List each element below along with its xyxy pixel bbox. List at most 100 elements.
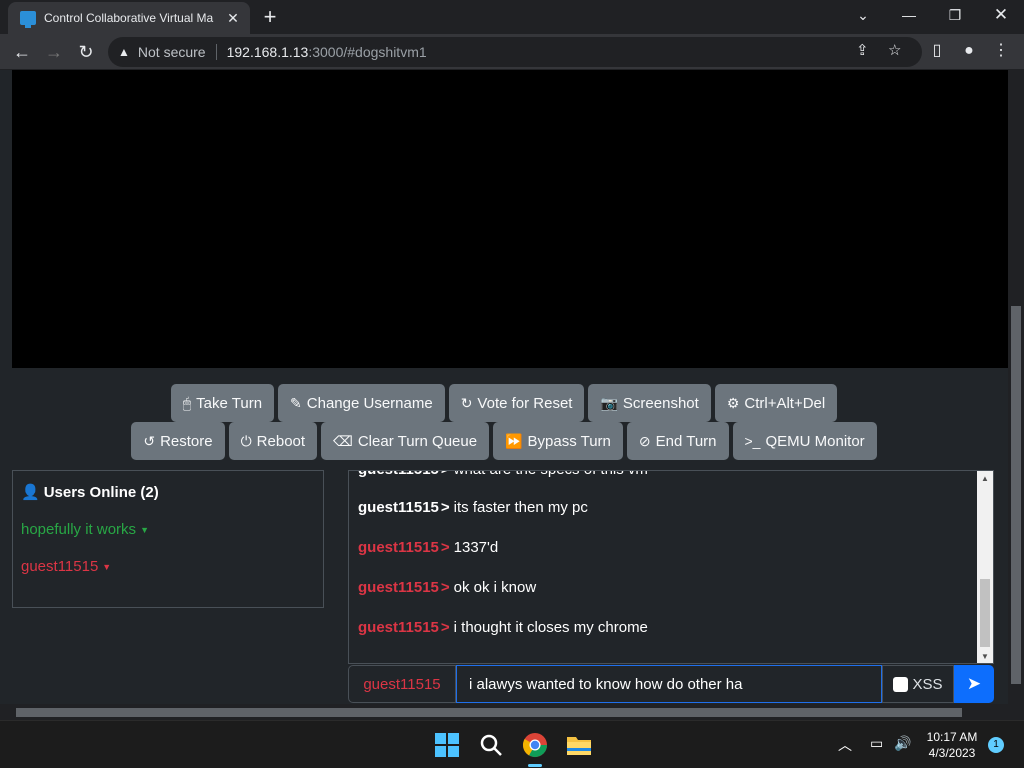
xss-toggle[interactable]: XSS [882, 665, 954, 703]
tray-chevron-up-icon[interactable]: ︿ [838, 735, 852, 755]
qemu-monitor-button[interactable]: >_ QEMU Monitor [732, 422, 877, 460]
new-tab-button[interactable]: + [258, 4, 282, 30]
reload-icon[interactable]: ↻ [72, 38, 100, 66]
button-label: Reboot [256, 432, 306, 450]
terminal-icon: >_ [744, 433, 761, 449]
restore-window-button[interactable]: ❐ [932, 0, 978, 32]
reboot-button[interactable]: ⏻ Reboot [228, 422, 318, 460]
back-arrow-icon[interactable]: ← [8, 38, 36, 66]
undo-icon: ↺ [143, 432, 156, 449]
chat-message-text: 1337'd [453, 539, 499, 556]
chat-input-bar: guest11515 XSS ➤ [348, 665, 994, 703]
chat-separator: > [440, 579, 450, 596]
minimize-button[interactable]: — [886, 0, 932, 32]
chat-separator: > [441, 471, 450, 478]
button-label: End Turn [655, 432, 717, 450]
browser-tab[interactable]: Control Collaborative Virtual Ma ✕ [8, 2, 250, 34]
network-icon[interactable]: ▭ [870, 735, 883, 752]
windows-start-icon[interactable] [433, 731, 461, 759]
button-label: Bypass Turn [527, 432, 611, 450]
users-online-panel: 👤 Users Online (2) hopefully it works ▼ gu… [12, 470, 324, 608]
end-turn-button[interactable]: ⊘ End Turn [626, 422, 729, 460]
chat-message-user[interactable]: guest11515 [358, 471, 439, 478]
caret-down-icon: ▼ [102, 562, 112, 573]
user-name: hopefully it works [21, 521, 137, 538]
chat-log[interactable]: guest11515>what are the specs of this vm… [348, 470, 994, 664]
share-icon[interactable]: ⇪ [856, 41, 869, 61]
button-label: Change Username [306, 394, 433, 412]
button-label: Screenshot [622, 394, 699, 412]
page-scroll-thumb[interactable] [1011, 306, 1021, 684]
xss-checkbox[interactable] [893, 676, 909, 692]
chat-message-input[interactable] [456, 665, 882, 703]
caret-down-icon: ▼ [140, 525, 149, 536]
vm-controls-row-1: 🖱 Take Turn ✎ Change Username ↻ Vote for Rese… [0, 384, 1008, 422]
send-button[interactable]: ➤ [954, 665, 994, 703]
page-vertical-scrollbar[interactable] [1008, 70, 1024, 704]
restore-button[interactable]: ↺ Restore [131, 422, 225, 460]
active-app-indicator [528, 764, 542, 767]
taskbar-clock[interactable]: 10:17 AM 4/3/2023 [920, 729, 984, 761]
page-hscroll-thumb[interactable] [16, 708, 962, 717]
menu-kebab-icon[interactable]: ⋮ [990, 40, 1012, 62]
scroll-up-icon[interactable]: ▲ [977, 471, 993, 487]
security-status[interactable]: Not secure [138, 44, 206, 60]
user-entry-2[interactable]: guest11515 ▼ [21, 558, 315, 575]
vm-display[interactable] [12, 70, 1008, 368]
chat-message-text: ok ok i know [453, 579, 537, 596]
side-panel-icon[interactable]: ▯ [926, 40, 948, 62]
chat-message-user[interactable]: guest11515 [358, 579, 439, 596]
scroll-down-icon[interactable]: ▼ [977, 649, 993, 663]
chat-message-user[interactable]: guest11515 [358, 539, 439, 556]
page-content: 🖱 Take Turn ✎ Change Username ↻ Vote for Rese… [0, 70, 1008, 704]
chat-username-label: guest11515 [348, 665, 456, 703]
button-label: Restore [160, 432, 213, 450]
button-label: Vote for Reset [477, 394, 573, 412]
clock-time: 10:17 AM [926, 730, 978, 744]
chat-message: guest11515 > i thought it closes my chrome [358, 619, 648, 636]
page-horizontal-scrollbar[interactable] [0, 704, 1024, 720]
clear-turn-queue-button[interactable]: ⌫ Clear Turn Queue [321, 422, 490, 460]
chat-message-text: its faster then my pc [453, 499, 588, 516]
ban-icon: ⊘ [638, 432, 651, 449]
user-name: guest11515 [21, 558, 99, 575]
take-turn-button[interactable]: 🖱 Take Turn [170, 384, 275, 422]
tab-search-chevron-icon[interactable]: ⌄ [840, 0, 886, 32]
tab-strip: Control Collaborative Virtual Ma ✕ + ⌄ —… [0, 0, 1024, 34]
chat-message-text: i thought it closes my chrome [453, 619, 648, 636]
eraser-icon: ⌫ [333, 432, 353, 449]
screenshot-button[interactable]: 📷 Screenshot [588, 384, 711, 422]
vote-for-reset-button[interactable]: ↻ Vote for Reset [448, 384, 585, 422]
user-icon: 👤 [21, 484, 40, 501]
xss-label: XSS [912, 675, 943, 693]
bookmark-star-icon[interactable]: ☆ [888, 41, 901, 61]
chat-scrollbar[interactable]: ▲ ▼ [977, 471, 993, 663]
profile-avatar-icon[interactable]: ● [958, 40, 980, 62]
bypass-turn-button[interactable]: ⏩ Bypass Turn [493, 422, 623, 460]
close-window-button[interactable]: ✕ [978, 0, 1024, 32]
url-text[interactable]: 192.168.1.13:3000/#dogshitvm1 [227, 44, 427, 60]
search-icon[interactable] [477, 731, 505, 759]
mouse-icon: 🖱 [182, 394, 192, 411]
address-bar[interactable]: ▲ Not secure 192.168.1.13:3000/#dogshitv… [108, 37, 922, 67]
tab-title: Control Collaborative Virtual Ma [44, 11, 214, 25]
warning-triangle-icon[interactable]: ▲ [118, 45, 130, 59]
volume-icon[interactable]: 🔊 [894, 735, 911, 752]
chat-message-user[interactable]: guest11515 [358, 619, 439, 636]
change-username-button[interactable]: ✎ Change Username [278, 384, 445, 422]
chat-message: guest11515> what are the specs of this vm [358, 471, 648, 478]
chrome-icon[interactable] [521, 731, 549, 767]
file-explorer-icon[interactable] [565, 731, 593, 759]
chat-message-user[interactable]: guest11515 [358, 499, 439, 516]
address-divider [215, 44, 217, 60]
forward-arrow-icon[interactable]: → [40, 38, 68, 66]
power-icon: ⏻ [240, 432, 252, 449]
user-entry-1[interactable]: hopefully it works ▼ [21, 521, 315, 538]
user-edit-icon: ✎ [290, 394, 302, 411]
ctrl-alt-del-button[interactable]: ⚙ Ctrl+Alt+Del [714, 384, 838, 422]
clock-date: 4/3/2023 [928, 746, 976, 760]
camera-icon: 📷 [600, 394, 618, 411]
close-tab-icon[interactable]: ✕ [224, 10, 242, 27]
notification-badge[interactable]: 1 [988, 737, 1004, 753]
chat-scroll-thumb[interactable] [980, 579, 990, 647]
